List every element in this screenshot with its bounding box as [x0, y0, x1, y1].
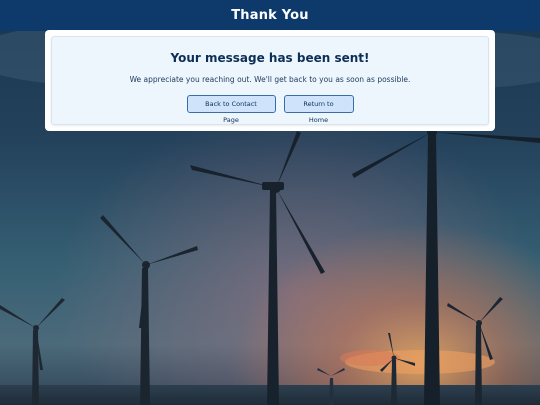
back-to-contact-button[interactable]: Back to Contact Page	[186, 95, 276, 124]
confirmation-card: Your message has been sent! We appreciat…	[45, 30, 495, 131]
confirmation-message: We appreciate you reaching out. We'll ge…	[129, 75, 411, 84]
return-home-button[interactable]: Return to Home	[283, 95, 354, 124]
button-row: Back to Contact Page Return to Home	[52, 95, 488, 124]
header-bar: Thank You	[0, 0, 540, 31]
confirmation-heading: Your message has been sent!	[170, 51, 370, 65]
page-title: Thank You	[231, 8, 309, 23]
confirmation-card-body: Your message has been sent! We appreciat…	[51, 36, 489, 125]
